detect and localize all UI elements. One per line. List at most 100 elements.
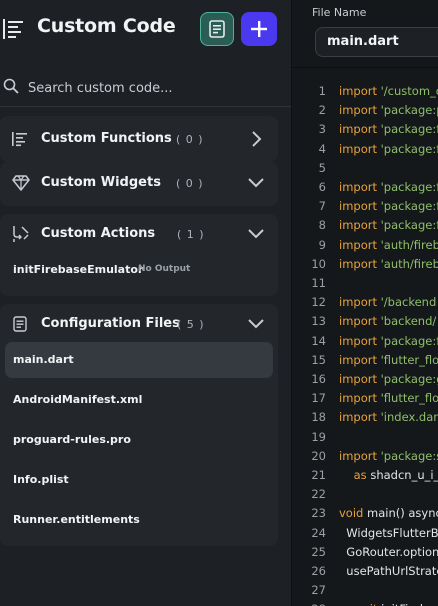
code-text: import 'package:s bbox=[339, 449, 438, 463]
document-button[interactable] bbox=[200, 12, 234, 46]
file-name-label: File Name bbox=[312, 6, 367, 19]
chevron-right-icon[interactable] bbox=[250, 130, 262, 148]
search-icon bbox=[3, 78, 19, 94]
code-line: 20 import 'package:s bbox=[292, 449, 438, 468]
code-text: import 'package:f bbox=[339, 334, 438, 348]
list-item-label: Runner.entitlements bbox=[13, 513, 140, 526]
line-number: 18 bbox=[311, 410, 326, 425]
code-line: 12 import '/backend bbox=[292, 295, 438, 314]
page-title: Custom Code bbox=[37, 15, 176, 37]
line-number: 25 bbox=[311, 544, 326, 559]
config-file-main-dart[interactable]: main.dart bbox=[5, 342, 273, 378]
line-number: 5 bbox=[318, 160, 326, 175]
line-number: 26 bbox=[311, 564, 326, 578]
code-keyword: import bbox=[339, 180, 377, 194]
custom-functions-section: Custom Functions ( 0 ) bbox=[0, 116, 278, 162]
file-name-value: main.dart bbox=[327, 34, 399, 49]
code-keyword: import bbox=[339, 122, 377, 137]
code-keyword: import bbox=[339, 237, 377, 252]
custom-actions-section: Custom Actions ( 1 ) initFirebaseEmulato… bbox=[0, 214, 278, 296]
code-line: 3 import 'package:f bbox=[292, 122, 438, 141]
code-keyword: import bbox=[339, 103, 377, 118]
line-number: 3 bbox=[318, 122, 326, 137]
line-number: 15 bbox=[311, 352, 326, 367]
list-item-label: Info.plist bbox=[13, 473, 69, 486]
code-string: '/backend bbox=[376, 295, 437, 310]
line-number: 8 bbox=[318, 218, 326, 233]
custom-code-panel: Custom Code Search custom code... Custom… bbox=[0, 0, 291, 606]
code-text: import '/backend bbox=[339, 295, 436, 309]
config-file-android-manifest[interactable]: AndroidManifest.xml bbox=[5, 382, 273, 418]
code-text: import 'package:f bbox=[339, 199, 438, 213]
custom-actions-title: Custom Actions bbox=[41, 226, 156, 241]
code-keyword: import bbox=[339, 410, 377, 425]
line-number: 21 bbox=[311, 468, 326, 482]
custom-widgets-count: ( 0 ) bbox=[176, 177, 204, 190]
code-string: 'package:f bbox=[376, 218, 438, 233]
line-number: 1 bbox=[318, 84, 326, 98]
code-string: 'package:f bbox=[376, 141, 438, 156]
chevron-down-icon[interactable] bbox=[247, 228, 265, 240]
config-file-info-plist[interactable]: Info.plist bbox=[5, 462, 273, 498]
code-text: import '/custom_c bbox=[339, 84, 438, 98]
custom-functions-count: ( 0 ) bbox=[176, 133, 204, 146]
code-text: import 'package:f bbox=[339, 218, 438, 232]
list-item-label: main.dart bbox=[13, 353, 74, 366]
code-keyword: import bbox=[339, 448, 377, 463]
code-token: GoRouter.option bbox=[339, 544, 438, 559]
code-token: main() async bbox=[363, 506, 438, 521]
configuration-files-section: Configuration Files ( 5 ) main.dart Andr… bbox=[0, 304, 278, 546]
panel-header: Custom Code bbox=[0, 0, 291, 60]
search-bar bbox=[0, 72, 291, 106]
functions-icon bbox=[12, 132, 27, 147]
line-number: 24 bbox=[311, 525, 326, 540]
add-custom-code-button[interactable] bbox=[241, 12, 277, 46]
custom-functions-header[interactable]: Custom Functions ( 0 ) bbox=[0, 116, 278, 164]
config-file-runner-entitlements[interactable]: Runner.entitlements bbox=[5, 502, 273, 538]
search-input[interactable] bbox=[28, 77, 278, 99]
file-name-field[interactable]: main.dart bbox=[315, 27, 438, 57]
code-keyword: import bbox=[339, 84, 377, 98]
config-file-proguard-rules[interactable]: proguard-rules.pro bbox=[5, 422, 273, 458]
line-number: 27 bbox=[311, 583, 326, 598]
custom-widgets-header[interactable]: Custom Widgets ( 0 ) bbox=[0, 162, 278, 210]
code-line: 22 bbox=[292, 487, 438, 506]
code-line: 16 import 'package:g bbox=[292, 372, 438, 391]
line-number: 20 bbox=[311, 448, 326, 463]
line-number: 10 bbox=[311, 256, 326, 271]
code-keyword: await bbox=[339, 602, 377, 606]
code-line: 11 bbox=[292, 276, 438, 295]
custom-widgets-title: Custom Widgets bbox=[41, 175, 161, 190]
code-line: 21 as shadcn_u_i_l bbox=[292, 468, 438, 487]
configuration-files-count: ( 5 ) bbox=[177, 318, 205, 331]
code-string: 'package:f bbox=[376, 122, 438, 137]
code-text: GoRouter.option bbox=[339, 545, 438, 559]
code-line: 24 WidgetsFlutterB bbox=[292, 526, 438, 545]
code-line: 4 import 'package:f bbox=[292, 142, 438, 161]
code-keyword: import bbox=[339, 199, 377, 214]
action-item-init-firebase-emulator[interactable]: initFirebaseEmulator No Output bbox=[5, 252, 273, 288]
code-token: shadcn_u_i_l bbox=[366, 468, 438, 482]
code-line: 9 import 'auth/fireb bbox=[292, 238, 438, 257]
list-item-label: AndroidManifest.xml bbox=[13, 393, 143, 406]
configuration-files-title: Configuration Files bbox=[41, 316, 180, 331]
code-line: 26 usePathUrlStrate bbox=[292, 564, 438, 583]
code-line: 23 void main() async bbox=[292, 506, 438, 525]
line-number: 13 bbox=[311, 314, 326, 329]
code-text: await initFirebase bbox=[339, 602, 438, 606]
code-line: 1 import '/custom_c bbox=[292, 84, 438, 103]
code-string: 'auth/fireb bbox=[376, 256, 438, 271]
chevron-down-icon[interactable] bbox=[247, 177, 265, 189]
code-editor-panel: File Name main.dart 1 import '/custom_c 2 i… bbox=[292, 0, 438, 606]
code-string: 'package:f bbox=[376, 333, 438, 348]
code-line: 10 import 'auth/fireb bbox=[292, 257, 438, 276]
code-text: void main() async bbox=[339, 506, 438, 520]
code-keyword: import bbox=[339, 141, 377, 156]
custom-code-icon bbox=[3, 19, 23, 39]
line-number: 7 bbox=[318, 199, 326, 214]
line-number: 6 bbox=[318, 180, 326, 194]
code-keyword: import bbox=[339, 218, 377, 233]
code-text: import 'package:f bbox=[339, 122, 438, 136]
code-keyword: import bbox=[339, 352, 377, 367]
chevron-down-icon[interactable] bbox=[247, 318, 265, 330]
